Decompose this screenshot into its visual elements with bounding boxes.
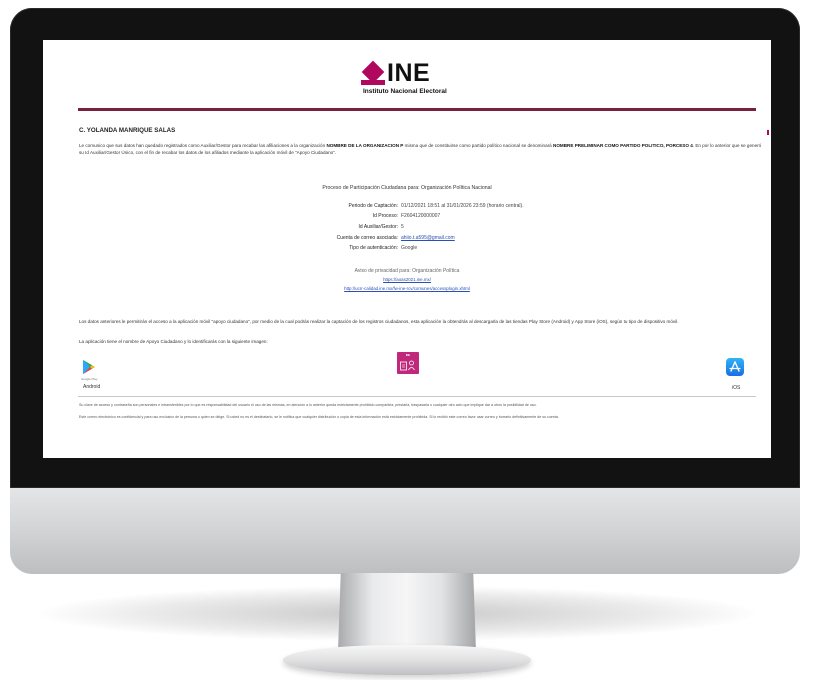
info-value: 5 xyxy=(401,224,404,230)
play-sub-label: Google Play xyxy=(81,377,98,381)
footer-disclaimer: Su clave de acceso y contraseña son pers… xyxy=(79,403,537,407)
info-row-auth: Tipo de autenticación: Google xyxy=(43,244,771,252)
info-label: Cuenta de correo asociada: xyxy=(336,235,398,241)
footer-confidentiality: Este correo electrónico es confidencial … xyxy=(79,415,559,419)
info-title: Proceso de Participación Ciudadana para:… xyxy=(322,185,492,191)
ine-bar-icon xyxy=(361,80,385,85)
info-row-gestor: Id Auxiliar/Gestor: 5 xyxy=(43,223,771,231)
ine-logo: INE Instituto Nacional Electoral xyxy=(361,58,471,98)
privacy-title: Aviso de privacidad para: Organización P… xyxy=(354,268,460,274)
info-value: Google xyxy=(401,245,418,251)
intro-org: NOMBRE DE LA ORGANIZACION P xyxy=(326,143,404,148)
info-label: Tipo de autenticación: xyxy=(349,245,398,251)
logo-text: INE xyxy=(387,59,431,87)
app-paragraph: Los datos anteriores le permitirán el ac… xyxy=(79,319,679,324)
header-divider xyxy=(78,108,756,111)
ballot-person-icon xyxy=(400,360,415,371)
info-label: Id Auxiliar/Gestor: xyxy=(358,224,398,230)
info-label: Periodo de Captación: xyxy=(348,203,398,209)
app-store-icon[interactable] xyxy=(726,358,744,376)
info-row-proceso: Id Proceso: F2604120000007 xyxy=(43,212,771,220)
intro-part2: misma que de constituirse como partido p… xyxy=(403,143,553,148)
monitor-stand-neck xyxy=(338,573,476,651)
intro-part1: Le comunico que sus datos han quedado re… xyxy=(79,143,327,148)
email-screen: INE Instituto Nacional Electoral C. YOLA… xyxy=(43,40,771,458)
info-value: 01/12/2021 18:51 al 31/01/2026 23:59 (ho… xyxy=(401,203,524,209)
ios-label: iOS xyxy=(732,385,741,391)
android-label: Android xyxy=(83,384,101,390)
footer-divider xyxy=(78,396,756,397)
edge-mark xyxy=(767,130,769,135)
email-link[interactable]: ahiio.t.a595@gmail.com xyxy=(401,234,455,242)
monitor-stand-base xyxy=(283,645,531,675)
info-label: Id Proceso: xyxy=(372,213,398,219)
info-row-periodo: Periodo de Captación: 01/12/2021 18:51 a… xyxy=(43,202,771,210)
app-name-paragraph: La aplicación tiene el nombre de Apoyo C… xyxy=(79,339,268,344)
intro-party: NOMBRE PRELIMINAR COMO PARTIDO POLITICO,… xyxy=(553,143,693,148)
app-store-glyph-icon xyxy=(729,361,741,372)
google-play-icon[interactable] xyxy=(82,360,96,374)
privacy-link[interactable]: https://aoas2021.ine.mx/ xyxy=(43,277,771,282)
recipient-name: C. YOLANDA MANRIQUE SALAS xyxy=(79,127,176,134)
intro-paragraph: Le comunico que sus datos han quedado re… xyxy=(79,142,763,156)
info-row-correo: Cuenta de correo asociada: ahiio.t.a595@… xyxy=(43,234,771,242)
apoyo-ciudadano-icon: INE xyxy=(397,352,419,374)
apoyo-badge-text: INE xyxy=(405,354,411,357)
info-value: F2604120000007 xyxy=(401,213,441,219)
monitor-chin xyxy=(10,488,800,574)
logo-subtitle: Instituto Nacional Electoral xyxy=(363,88,447,95)
login-link[interactable]: http://ucrr-calidad.ine.mx/fw-ine-rcv/co… xyxy=(43,286,771,291)
